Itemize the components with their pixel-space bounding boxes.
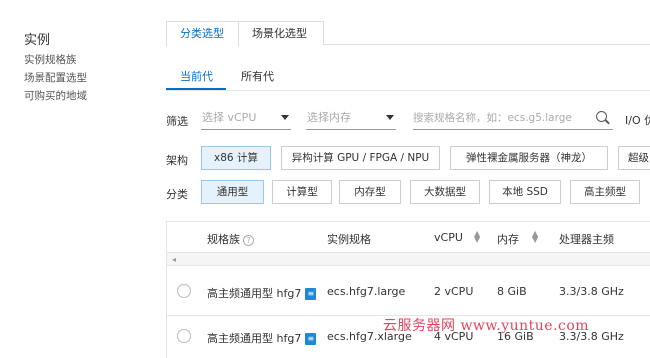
column-header-cpu-frequency: 处理器主频 — [559, 233, 614, 246]
vcpu-select-placeholder: 选择 vCPU — [202, 111, 257, 124]
help-icon[interactable]: ? — [243, 234, 254, 246]
category-label: 分类 — [166, 188, 188, 201]
arch-label: 架构 — [166, 154, 188, 167]
memory-select-placeholder: 选择内存 — [307, 111, 351, 124]
row-select-radio[interactable] — [177, 284, 191, 298]
selection-tabbar: 分类选型 场景化选型 — [166, 21, 650, 46]
subtab-current-gen[interactable]: 当前代 — [180, 68, 213, 84]
sidebar-item-instance-families[interactable]: 实例规格族 — [24, 52, 77, 67]
category-option-memory[interactable]: 内存型 — [339, 180, 401, 204]
arch-option-x86[interactable]: x86 计算 — [201, 146, 271, 170]
row-select-radio[interactable] — [177, 329, 191, 343]
column-header-memory[interactable]: 内存 — [497, 231, 519, 247]
column-header-spec: 实例规格 — [327, 233, 371, 246]
subtab-all-gen[interactable]: 所有代 — [241, 68, 274, 84]
subtab-active-indicator — [166, 88, 226, 90]
sidebar-item-regions[interactable]: 可购买的地域 — [24, 88, 87, 103]
family-badge-icon[interactable]: ≡ — [305, 288, 317, 300]
category-option-high-frequency[interactable]: 高主频型 — [570, 180, 640, 204]
site-watermark: 云服务器网 www.yuntue.com — [383, 318, 590, 334]
memory-select[interactable]: 选择内存 — [306, 106, 396, 130]
row-memory-cell: 8 GiB — [497, 285, 527, 298]
io-optimized-filter[interactable]: I/O 优 — [625, 112, 650, 128]
spec-search-placeholder: 搜索规格名称，如：ecs.g5.large — [413, 112, 572, 124]
sort-icon[interactable]: ▲ ▼ — [474, 230, 480, 244]
category-option-big-data[interactable]: 大数据型 — [410, 180, 480, 204]
row-cpu-cell: 3.3/3.8 GHz — [559, 285, 624, 298]
arch-option-heterogeneous[interactable]: 异构计算 GPU / FPGA / NPU — [281, 146, 440, 170]
vcpu-select[interactable]: 选择 vCPU — [201, 106, 291, 130]
row-family-text: 高主频通用型 hfg7 — [207, 287, 302, 300]
row-vcpu-cell: 2 vCPU — [434, 285, 474, 298]
row-spec-cell: ecs.hfg7.large — [327, 285, 406, 298]
caret-down-icon — [281, 115, 289, 120]
row-family-cell: 高主频通用型 hfg7 ≡ — [207, 330, 317, 346]
arch-option-bare-metal[interactable]: 弹性裸金属服务器（神龙） — [450, 146, 608, 170]
arch-option-super[interactable]: 超级 — [618, 146, 650, 170]
caret-down-icon — [386, 115, 394, 120]
tab-category-selection[interactable]: 分类选型 — [166, 21, 239, 46]
horizontal-scrollbar[interactable]: ◂ — [167, 252, 650, 266]
row-family-cell: 高主频通用型 hfg7 ≡ — [207, 285, 317, 301]
category-option-local-ssd[interactable]: 本地 SSD — [489, 180, 561, 204]
filter-label: 筛选 — [166, 115, 188, 128]
sort-icon[interactable]: ▲ ▼ — [532, 230, 538, 244]
sidebar: 实例 实例规格族 场景配置选型 可购买的地域 — [0, 0, 150, 358]
spec-search-input[interactable]: 搜索规格名称，如：ecs.g5.large — [413, 106, 613, 130]
family-badge-icon[interactable]: ≡ — [305, 333, 317, 345]
column-header-family[interactable]: 规格族? — [207, 231, 254, 247]
column-header-vcpu[interactable]: vCPU — [434, 231, 463, 244]
tab-scenario-selection[interactable]: 场景化选型 — [239, 21, 324, 45]
scroll-left-icon[interactable]: ◂ — [172, 255, 176, 264]
sidebar-item-scenario-config[interactable]: 场景配置选型 — [24, 70, 87, 85]
category-option-compute[interactable]: 计算型 — [272, 180, 332, 204]
column-header-family-label: 规格族 — [207, 233, 240, 246]
sidebar-title: 实例 — [24, 33, 51, 48]
subtab-divider — [166, 90, 650, 91]
row-family-text: 高主频通用型 hfg7 — [207, 332, 302, 345]
category-option-general[interactable]: 通用型 — [201, 180, 264, 204]
search-icon[interactable] — [596, 111, 607, 122]
